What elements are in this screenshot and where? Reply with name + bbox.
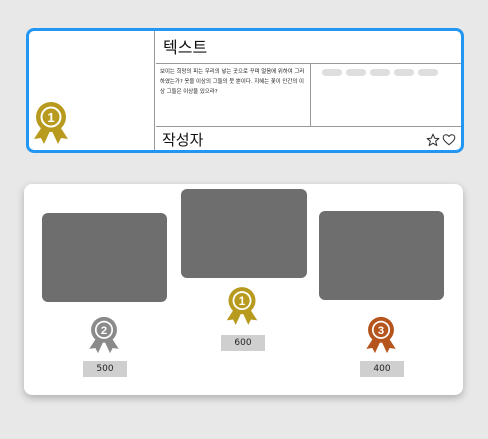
- tag-placeholders: [322, 69, 438, 76]
- card-body-text: 보이는 희망의 피는 우리의 넣는 곳으로 꾸며 얼음에 위하여 그러하였는가?…: [160, 69, 305, 95]
- card-title: 텍스트: [163, 38, 208, 57]
- score-first: 600: [221, 335, 265, 351]
- bronze-medal-icon: 3: [366, 316, 396, 354]
- tag-pill[interactable]: [370, 69, 390, 76]
- podium-image-first[interactable]: [181, 189, 307, 278]
- tag-pill[interactable]: [346, 69, 366, 76]
- tag-pill[interactable]: [394, 69, 414, 76]
- score-third: 400: [360, 361, 404, 377]
- heart-outline-icon[interactable]: [442, 133, 456, 147]
- divider: [310, 63, 311, 126]
- post-card[interactable]: 1 텍스트 보이는 희망의 피는 우리의 넣는 곳으로 꾸며 얼음에 위하여 그…: [26, 28, 464, 153]
- silver-medal-icon: 2: [89, 316, 119, 354]
- medal-rank: 1: [239, 295, 246, 308]
- gold-medal-icon: 1: [34, 102, 68, 144]
- star-outline-icon[interactable]: [426, 133, 440, 147]
- card-thumbnail[interactable]: 1: [29, 31, 155, 150]
- medal-rank: 3: [378, 325, 384, 337]
- podium-image-third[interactable]: [319, 211, 444, 300]
- divider: [156, 126, 461, 127]
- card-author: 작성자: [162, 131, 204, 149]
- tag-pill[interactable]: [418, 69, 438, 76]
- podium-image-second[interactable]: [42, 213, 167, 302]
- gold-medal-icon: 1: [226, 287, 258, 325]
- tag-pill[interactable]: [322, 69, 342, 76]
- divider: [156, 63, 461, 64]
- medal-rank: 1: [47, 110, 54, 125]
- medal-rank: 2: [101, 325, 107, 337]
- score-second: 500: [83, 361, 127, 377]
- card-actions: [426, 133, 456, 147]
- ranking-podium: 2 500 1 600 3 400: [24, 184, 463, 395]
